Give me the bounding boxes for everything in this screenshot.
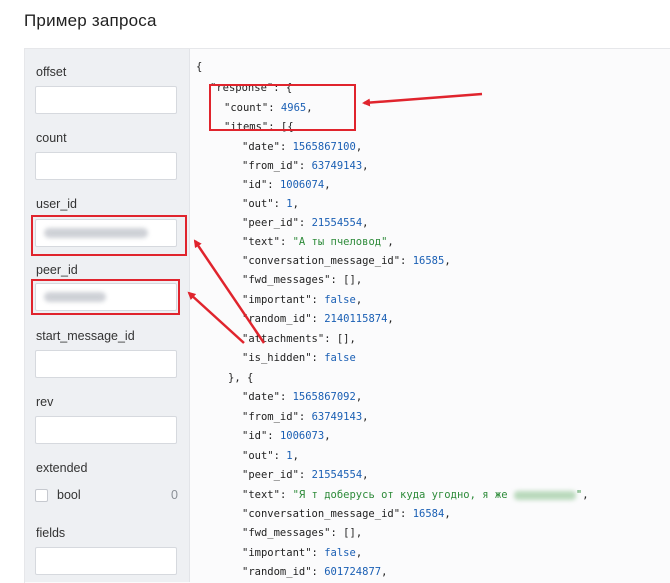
annotation-arrows: [187, 92, 483, 344]
arrow-to-user-id: [193, 239, 266, 344]
arrow-to-count: [362, 92, 483, 107]
